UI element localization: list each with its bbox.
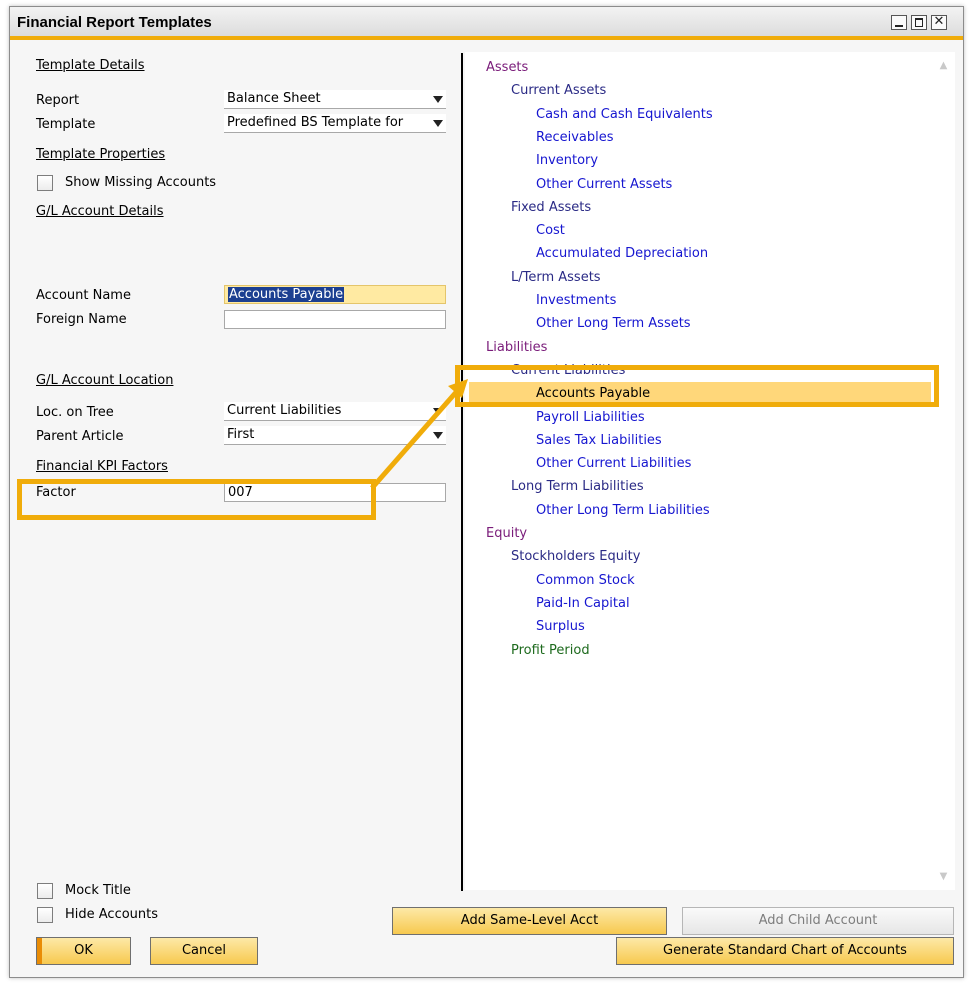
tree-item[interactable]: Assets — [486, 56, 528, 79]
tree-item[interactable]: Accumulated Depreciation — [536, 242, 708, 265]
template-dropdown[interactable]: Predefined BS Template for — [224, 114, 446, 133]
window-title: Financial Report Templates — [17, 14, 212, 31]
title-bar: Financial Report Templates ✕ — [10, 7, 963, 40]
account-tree[interactable]: ▲ ▼ Assets Current Assets Cash and Cash Eq… — [465, 52, 955, 890]
tree-item[interactable]: Long Term Liabilities — [511, 475, 644, 498]
tree-item[interactable]: Liabilities — [486, 336, 547, 359]
mock-title-checkbox[interactable] — [37, 883, 53, 899]
foreign-name-field[interactable] — [224, 310, 446, 329]
financial-report-templates-window: Financial Report Templates ✕ Template De… — [9, 6, 964, 978]
tree-item-selected[interactable]: Accounts Payable — [469, 382, 931, 406]
tree-scrollbar[interactable]: ▲ ▼ — [935, 57, 952, 885]
tree-item[interactable]: Receivables — [536, 126, 614, 149]
button-accent-edge — [37, 938, 42, 964]
account-name-field[interactable]: Accounts Payable — [224, 285, 446, 304]
tree-item[interactable]: Equity — [486, 522, 527, 545]
generate-label: Generate Standard Chart of Accounts — [663, 943, 907, 958]
template-label: Template — [36, 117, 96, 132]
close-icon[interactable]: ✕ — [931, 15, 947, 30]
add-same-level-account-button[interactable]: Add Same-Level Acct — [392, 907, 667, 935]
report-value: Balance Sheet — [227, 91, 321, 106]
tree-item[interactable]: Stockholders Equity — [511, 545, 640, 568]
report-dropdown[interactable]: Balance Sheet — [224, 90, 446, 109]
tree-item[interactable]: Cash and Cash Equivalents — [536, 103, 713, 126]
minimize-icon[interactable] — [891, 15, 907, 30]
cancel-button[interactable]: Cancel — [150, 937, 258, 965]
account-name-label: Account Name — [36, 288, 131, 303]
tree-item[interactable]: Sales Tax Liabilities — [536, 429, 662, 452]
chevron-down-icon — [433, 408, 443, 415]
parent-article-label: Parent Article — [36, 429, 124, 444]
tree-item[interactable]: Payroll Liabilities — [536, 406, 645, 429]
cancel-button-label: Cancel — [181, 943, 227, 958]
tree-item[interactable]: Other Long Term Assets — [536, 312, 691, 335]
ok-button[interactable]: OK — [36, 937, 131, 965]
show-missing-accounts-label: Show Missing Accounts — [65, 175, 217, 190]
tree-item[interactable]: Current Assets — [511, 79, 606, 102]
factor-label: Factor — [36, 485, 76, 500]
chevron-down-icon — [433, 96, 443, 103]
show-missing-accounts-checkbox[interactable] — [37, 175, 53, 191]
tree-item[interactable]: Paid-In Capital — [536, 592, 630, 615]
ok-button-label: OK — [74, 943, 93, 958]
tree-item[interactable]: Cost — [536, 219, 565, 242]
template-properties-heading: Template Properties — [36, 147, 166, 162]
generate-standard-chart-button[interactable]: Generate Standard Chart of Accounts — [616, 937, 954, 965]
panel-divider — [461, 53, 463, 891]
foreign-name-label: Foreign Name — [36, 312, 127, 327]
maximize-icon[interactable] — [911, 15, 927, 30]
report-label: Report — [36, 93, 80, 108]
tree-item[interactable]: Other Current Liabilities — [536, 452, 691, 475]
tree-item[interactable]: Inventory — [536, 149, 598, 172]
hide-accounts-checkbox[interactable] — [37, 907, 53, 923]
tree-item[interactable]: Fixed Assets — [511, 196, 591, 219]
add-child-label: Add Child Account — [758, 913, 878, 928]
tree-item[interactable]: Other Current Assets — [536, 173, 672, 196]
tree-item[interactable]: Profit Period — [511, 639, 590, 662]
tree-item[interactable]: Common Stock — [536, 569, 635, 592]
template-details-heading: Template Details — [36, 58, 145, 73]
parent-article-value: First — [227, 427, 255, 442]
gl-account-location-heading: G/L Account Location — [36, 373, 174, 388]
chevron-down-icon — [433, 120, 443, 127]
loc-on-tree-value: Current Liabilities — [227, 403, 342, 418]
tree-item[interactable]: L/Term Assets — [511, 266, 601, 289]
parent-article-dropdown[interactable]: First — [224, 426, 446, 445]
tree-item[interactable]: Other Long Term Liabilities — [536, 499, 710, 522]
mock-title-label: Mock Title — [65, 883, 131, 898]
factor-field[interactable]: 007 — [224, 483, 446, 502]
template-value: Predefined BS Template for — [227, 115, 404, 130]
tree-item[interactable]: Surplus — [536, 615, 585, 638]
tree-item[interactable]: Current Liabilities — [511, 359, 625, 382]
add-child-account-button[interactable]: Add Child Account — [682, 907, 954, 935]
loc-on-tree-label: Loc. on Tree — [36, 405, 114, 420]
loc-on-tree-dropdown[interactable]: Current Liabilities — [224, 402, 446, 421]
gl-account-details-heading: G/L Account Details — [36, 204, 164, 219]
tree-item[interactable]: Investments — [536, 289, 616, 312]
scroll-up-icon[interactable]: ▲ — [935, 57, 952, 74]
financial-kpi-factors-heading: Financial KPI Factors — [36, 459, 168, 474]
hide-accounts-label: Hide Accounts — [65, 907, 159, 922]
add-same-level-label: Add Same-Level Acct — [460, 913, 599, 928]
scroll-down-icon[interactable]: ▼ — [935, 868, 952, 885]
chevron-down-icon — [433, 432, 443, 439]
account-name-value: Accounts Payable — [228, 287, 345, 302]
